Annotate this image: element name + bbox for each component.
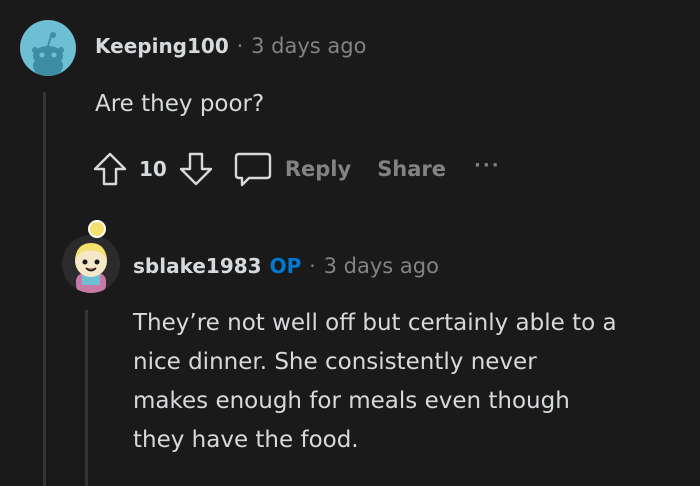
reply-meta: sblake1983 OP · 3 days ago [133,254,439,278]
comment-body: Are they poor? [95,91,265,117]
reply-body: They’re not well off but certainly able … [133,304,617,460]
user-avatar[interactable] [20,20,76,76]
comment-action-bar: 10 Reply Share ··· [91,150,501,188]
reply-body-line: nice dinner. She consistently never [133,349,537,375]
share-button[interactable]: Share [377,157,446,181]
custom-avatar-icon [75,243,107,293]
reply-body-line: They’re not well off but certainly able … [133,310,617,336]
reply-thread-line[interactable] [85,310,88,486]
comment-meta: Keeping100 · 3 days ago [95,34,366,58]
snoo-avatar-icon [32,32,64,76]
comment-username[interactable]: Keeping100 [95,34,229,58]
more-options-icon[interactable]: ··· [474,155,501,176]
meta-separator: · [236,34,244,58]
reply-body-line: makes enough for meals even though [133,388,570,414]
op-avatar[interactable] [62,235,120,293]
reply-body-line: they have the food. [133,427,359,453]
reply-icon[interactable] [233,150,273,188]
upvote-icon[interactable] [91,150,129,188]
reply-button[interactable]: Reply [285,157,351,181]
meta-separator: · [309,254,316,278]
avatar-accessory-icon [88,220,106,238]
thread-line[interactable] [43,92,46,486]
vote-count: 10 [139,157,167,181]
op-badge: OP [269,254,302,278]
reply-username[interactable]: sblake1983 [133,254,262,278]
downvote-icon[interactable] [177,150,215,188]
comment-timestamp[interactable]: 3 days ago [251,34,366,58]
reply-timestamp[interactable]: 3 days ago [324,254,439,278]
